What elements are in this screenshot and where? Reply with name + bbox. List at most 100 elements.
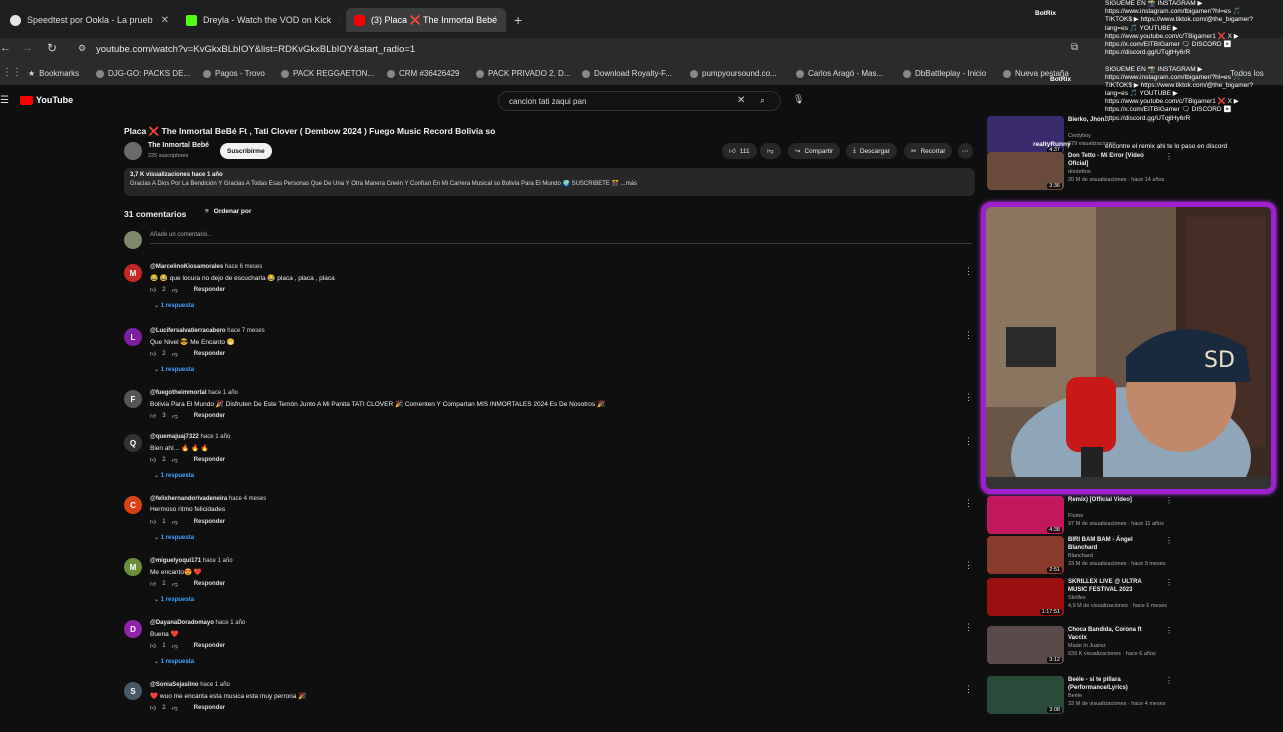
tab-youtube[interactable]: (3) Placa ❌ The Inmortal Bebé ✕ [346, 8, 506, 32]
search-input[interactable]: cancion tati zaqui pan ✕ ⌕ [498, 91, 781, 111]
commenter-handle[interactable]: @DayanaDoradomayo [150, 620, 214, 626]
thumb-up-icon[interactable]: 👍︎ [150, 518, 156, 526]
more-icon[interactable]: ⋮ [964, 560, 973, 571]
commenter-handle[interactable]: @quemajuaj7322 [150, 434, 199, 440]
reply-button[interactable]: Responder [194, 413, 225, 419]
recommended-video[interactable]: 4:38 Remix) [Official Video] Flume 97 M de … [987, 496, 1173, 538]
commenter-avatar[interactable]: M [124, 558, 142, 576]
more-icon[interactable]: ⋮ [964, 622, 973, 633]
recommended-channel[interactable]: Blanchard [1068, 553, 1093, 559]
recommended-video[interactable]: 3:12 Choca Bandida, Corona ft Vaccix Made … [987, 626, 1173, 668]
url-field[interactable]: youtube.com/watch?v=KvGkxBLbIOY&list=RDK… [96, 44, 415, 55]
commenter-avatar[interactable]: S [124, 682, 142, 700]
reply-button[interactable]: Responder [194, 519, 225, 525]
add-comment-input[interactable]: Añade un comentario... [150, 232, 972, 244]
back-icon[interactable]: ← [0, 42, 11, 54]
recommended-video[interactable]: 2:51 BIRI BAM BAM - Ángel Blanchard Blanch… [987, 536, 1173, 578]
thumb-up-icon[interactable]: 👍︎ [150, 412, 156, 420]
commenter-avatar[interactable]: F [124, 390, 142, 408]
thumb-up-icon[interactable]: 👍︎ [150, 456, 156, 464]
subscribe-button[interactable]: Suscribirme [220, 143, 272, 159]
dislike-button[interactable]: 👎︎ [760, 143, 781, 159]
bookmark-item[interactable]: Pagos - Trovo [203, 69, 265, 78]
view-replies-button[interactable]: ⌄ 1 respuesta [154, 302, 194, 309]
view-replies-button[interactable]: ⌄ 1 respuesta [154, 658, 194, 665]
thumb-up-icon[interactable]: 👍︎ [150, 286, 156, 294]
bookmark-item[interactable]: pumpyoursound.co... [690, 69, 777, 78]
recommended-title[interactable]: BIRI BAM BAM - Ángel Blanchard [1068, 536, 1160, 552]
close-icon[interactable]: ✕ [505, 15, 506, 26]
reply-button[interactable]: Responder [194, 643, 225, 649]
clear-icon[interactable]: ✕ [737, 95, 745, 106]
more-icon[interactable]: ⋮ [1165, 626, 1173, 635]
thumb-up-icon[interactable]: 👍︎ [150, 704, 156, 712]
reply-button[interactable]: Responder [194, 705, 225, 711]
like-button[interactable]: 👍︎ 111 [722, 143, 757, 159]
bookmark-item[interactable]: Carlos Aragó - Mas... [796, 69, 883, 78]
view-replies-button[interactable]: ⌄ 1 respuesta [154, 366, 194, 373]
commenter-handle[interactable]: @Lucifersalvatierracabero [150, 328, 226, 334]
more-actions-button[interactable]: ⋯ [958, 143, 973, 159]
more-icon[interactable]: ⋮ [1165, 578, 1173, 587]
recommended-title[interactable]: Choca Bandida, Corona ft Vaccix [1068, 626, 1160, 642]
apps-icon[interactable]: ⋮⋮ [2, 67, 22, 78]
recommended-channel[interactable]: Flume [1068, 513, 1083, 519]
forward-icon[interactable]: → [22, 42, 33, 54]
recommended-title[interactable]: SKRILLEX LIVE @ ULTRA MUSIC FESTIVAL 202… [1068, 578, 1160, 594]
commenter-handle[interactable]: @SoniaSejaslino [150, 682, 199, 688]
microphone-icon[interactable]: 🎙 [793, 94, 804, 105]
share-button[interactable]: ↪ Compartir [788, 143, 840, 159]
recommended-channel[interactable]: Made In Juarez [1068, 643, 1106, 649]
reply-button[interactable]: Responder [194, 581, 225, 587]
reply-button[interactable]: Responder [194, 351, 225, 357]
recommended-channel[interactable]: Cestyboy [1068, 133, 1091, 139]
description-box[interactable]: 3,7 K visualizaciones hace 1 año Gracias… [124, 168, 975, 196]
site-info-icon[interactable]: ⚙ [78, 43, 86, 54]
recommended-video[interactable]: 3:08 Beéle - si te pillara (Performance/L… [987, 676, 1173, 718]
new-tab-button[interactable]: + [514, 12, 522, 28]
bookmark-item[interactable]: PACK REGGAETON... [281, 69, 374, 78]
more-icon[interactable]: ⋮ [1165, 676, 1173, 685]
thumb-up-icon[interactable]: 👍︎ [150, 580, 156, 588]
reload-icon[interactable]: ↻ [47, 41, 57, 55]
thumb-down-icon[interactable]: 👎︎ [172, 350, 178, 358]
more-icon[interactable]: ⋮ [964, 436, 973, 447]
sort-button[interactable]: ≡ Ordenar por [205, 208, 251, 215]
channel-name[interactable]: The Inmortal Bebé [148, 142, 209, 149]
view-replies-button[interactable]: ⌄ 1 respuesta [154, 596, 194, 603]
download-button[interactable]: ⤓ Descargar [846, 143, 897, 159]
thumb-up-icon[interactable]: 👍︎ [150, 642, 156, 650]
recommended-title[interactable]: Beéle - si te pillara (Performance/Lyric… [1068, 676, 1160, 692]
bookmark-item[interactable]: PACK PRIVADO 2. D... [476, 69, 570, 78]
thumb-down-icon[interactable]: 👎︎ [172, 412, 178, 420]
commenter-handle[interactable]: @fuegotheimmortal [150, 390, 207, 396]
tab-speedtest[interactable]: Speedtest por Ookla - La prueb ✕ [10, 8, 170, 32]
thumb-down-icon[interactable]: 👎︎ [172, 642, 178, 650]
recommended-video[interactable]: 3:36 Don Tetto - Mi Error [Video Oficial]… [987, 152, 1173, 194]
youtube-logo[interactable]: YouTube [20, 95, 73, 105]
more-icon[interactable]: ⋮ [1165, 496, 1173, 505]
commenter-avatar[interactable]: C [124, 496, 142, 514]
more-icon[interactable]: ⋮ [964, 330, 973, 341]
bookmark-item[interactable]: ★ Bookmarks [28, 69, 79, 78]
commenter-handle[interactable]: @miguelyoqui171 [150, 558, 201, 564]
recommended-channel[interactable]: Beéle [1068, 693, 1082, 699]
thumb-down-icon[interactable]: 👎︎ [172, 286, 178, 294]
clip-button[interactable]: ✂ Recortar [904, 143, 953, 159]
commenter-avatar[interactable]: D [124, 620, 142, 638]
recommended-video[interactable]: 1:17:51 SKRILLEX LIVE @ ULTRA MUSIC FESTI… [987, 578, 1173, 620]
commenter-avatar[interactable]: M [124, 264, 142, 282]
thumb-down-icon[interactable]: 👎︎ [172, 704, 178, 712]
install-icon[interactable]: ⧉ [1071, 42, 1078, 53]
bookmark-item[interactable]: DbBattleplay - Inicio [903, 69, 986, 78]
bookmark-item[interactable]: CRM #36426429 [387, 69, 459, 78]
view-replies-button[interactable]: ⌄ 1 respuesta [154, 534, 194, 541]
more-icon[interactable]: ⋮ [964, 684, 973, 695]
more-icon[interactable]: ⋮ [964, 498, 973, 509]
commenter-avatar[interactable]: L [124, 328, 142, 346]
channel-avatar[interactable] [124, 142, 142, 160]
reply-button[interactable]: Responder [194, 457, 225, 463]
close-icon[interactable]: ✕ [339, 15, 341, 26]
reply-button[interactable]: Responder [194, 287, 225, 293]
search-icon[interactable]: ⌕ [760, 95, 765, 106]
